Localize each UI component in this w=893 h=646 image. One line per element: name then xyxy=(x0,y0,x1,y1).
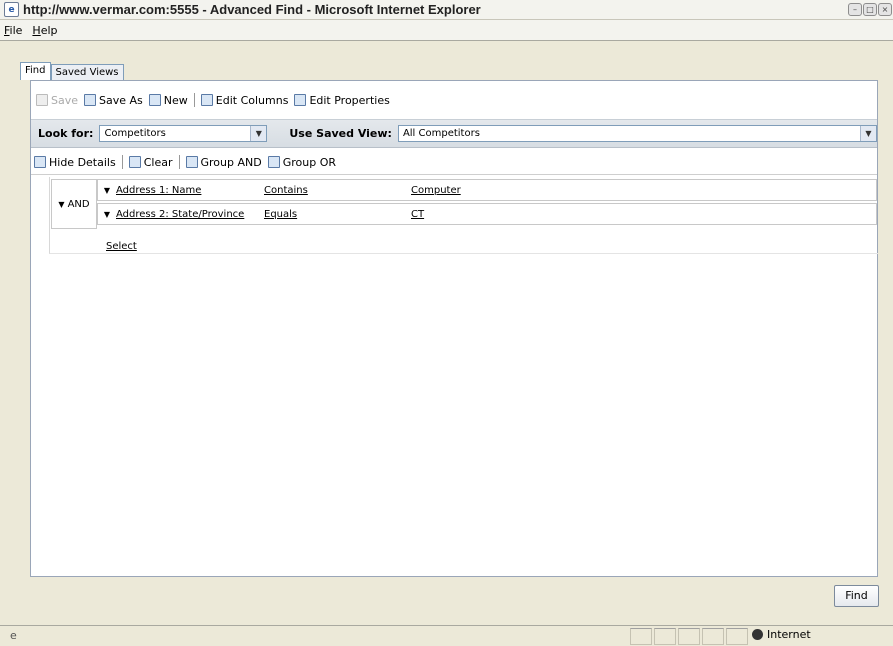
close-button[interactable]: × xyxy=(878,3,892,16)
group-and-icon xyxy=(185,156,198,168)
status-cells xyxy=(628,628,748,645)
status-cell xyxy=(726,628,748,645)
find-panel: Save Save As New Edit Columns Edit Prope… xyxy=(30,80,878,577)
criteria-toolbar: Hide Details Clear Group AND Group OR xyxy=(31,150,877,175)
saved-view-select[interactable]: All Competitors ▼ xyxy=(397,125,877,142)
criteria-value-link[interactable]: CT xyxy=(411,209,424,220)
criteria-operator-link[interactable]: Contains xyxy=(264,185,308,196)
look-for-select[interactable]: Competitors ▼ xyxy=(99,125,268,142)
status-cell xyxy=(702,628,724,645)
save-as-icon xyxy=(84,94,97,106)
criteria-row: ▼ Address 1: Name Contains Computer xyxy=(97,179,877,201)
columns-icon xyxy=(200,94,213,106)
edit-columns-button[interactable]: Edit Columns xyxy=(198,94,292,107)
tab-strip: Find Saved Views xyxy=(20,62,124,80)
properties-icon xyxy=(294,94,307,106)
ie-page-icon: e xyxy=(4,2,19,17)
group-or-icon xyxy=(267,156,280,168)
page-status-icon: e xyxy=(10,629,17,642)
criteria-operator-link[interactable]: Equals xyxy=(264,209,297,220)
saved-view-value: All Competitors xyxy=(402,128,480,139)
chevron-down-icon[interactable]: ▼ xyxy=(98,210,116,219)
group-operator: AND xyxy=(67,198,90,210)
clear-button[interactable]: Clear xyxy=(126,156,176,169)
criteria-value-link[interactable]: Computer xyxy=(411,185,461,196)
hide-details-button[interactable]: Hide Details xyxy=(31,156,119,169)
hide-details-icon xyxy=(34,156,46,168)
security-zone: Internet xyxy=(752,628,811,641)
saved-view-label: Use Saved View: xyxy=(289,127,392,140)
chevron-down-icon[interactable]: ▼ xyxy=(860,126,876,141)
edit-properties-button[interactable]: Edit Properties xyxy=(291,94,392,107)
group-or-button[interactable]: Group OR xyxy=(265,156,339,169)
new-icon xyxy=(148,94,161,106)
status-bar: e Internet xyxy=(0,625,893,646)
criteria-row: ▼ Address 2: State/Province Equals CT xyxy=(97,203,877,225)
group-and-button[interactable]: Group AND xyxy=(183,156,265,169)
toolbar-separator xyxy=(193,93,195,107)
tab-saved-views[interactable]: Saved Views xyxy=(50,64,124,80)
window-controls: – □ × xyxy=(848,3,892,16)
group-and-box[interactable]: ▼ AND xyxy=(51,179,97,229)
find-button[interactable]: Find xyxy=(834,585,879,607)
menu-bar: File Help xyxy=(0,20,893,41)
save-icon xyxy=(36,94,48,106)
look-for-value: Competitors xyxy=(104,128,166,139)
menu-file[interactable]: File xyxy=(0,24,28,37)
look-for-label: Look for: xyxy=(38,127,94,140)
tab-find[interactable]: Find xyxy=(20,62,51,80)
save-as-button[interactable]: Save As xyxy=(81,94,146,107)
chevron-down-icon[interactable]: ▼ xyxy=(58,200,64,209)
look-for-bar: Look for: Competitors ▼ Use Saved View: … xyxy=(31,119,877,148)
maximize-button[interactable]: □ xyxy=(863,3,877,16)
select-link[interactable]: Select xyxy=(106,241,137,252)
criteria-field-link[interactable]: Address 1: Name xyxy=(116,185,201,196)
globe-icon xyxy=(752,629,763,640)
toolbar-separator xyxy=(178,155,180,169)
status-cell xyxy=(630,628,652,645)
status-cell xyxy=(654,628,676,645)
criteria-field-link[interactable]: Address 2: State/Province xyxy=(116,209,244,220)
chevron-down-icon[interactable]: ▼ xyxy=(98,186,116,195)
new-button[interactable]: New xyxy=(146,94,191,107)
save-button[interactable]: Save xyxy=(33,94,81,107)
minimize-button[interactable]: – xyxy=(848,3,862,16)
title-bar: e http://www.vermar.com:5555 - Advanced … xyxy=(0,0,893,20)
status-cell xyxy=(678,628,700,645)
clear-icon xyxy=(128,156,141,168)
main-toolbar: Save Save As New Edit Columns Edit Prope… xyxy=(33,93,393,107)
window-title: http://www.vermar.com:5555 - Advanced Fi… xyxy=(23,2,481,17)
zone-label: Internet xyxy=(767,628,811,641)
toolbar-separator xyxy=(121,155,123,169)
chevron-down-icon[interactable]: ▼ xyxy=(250,126,267,141)
menu-help[interactable]: Help xyxy=(28,24,63,37)
